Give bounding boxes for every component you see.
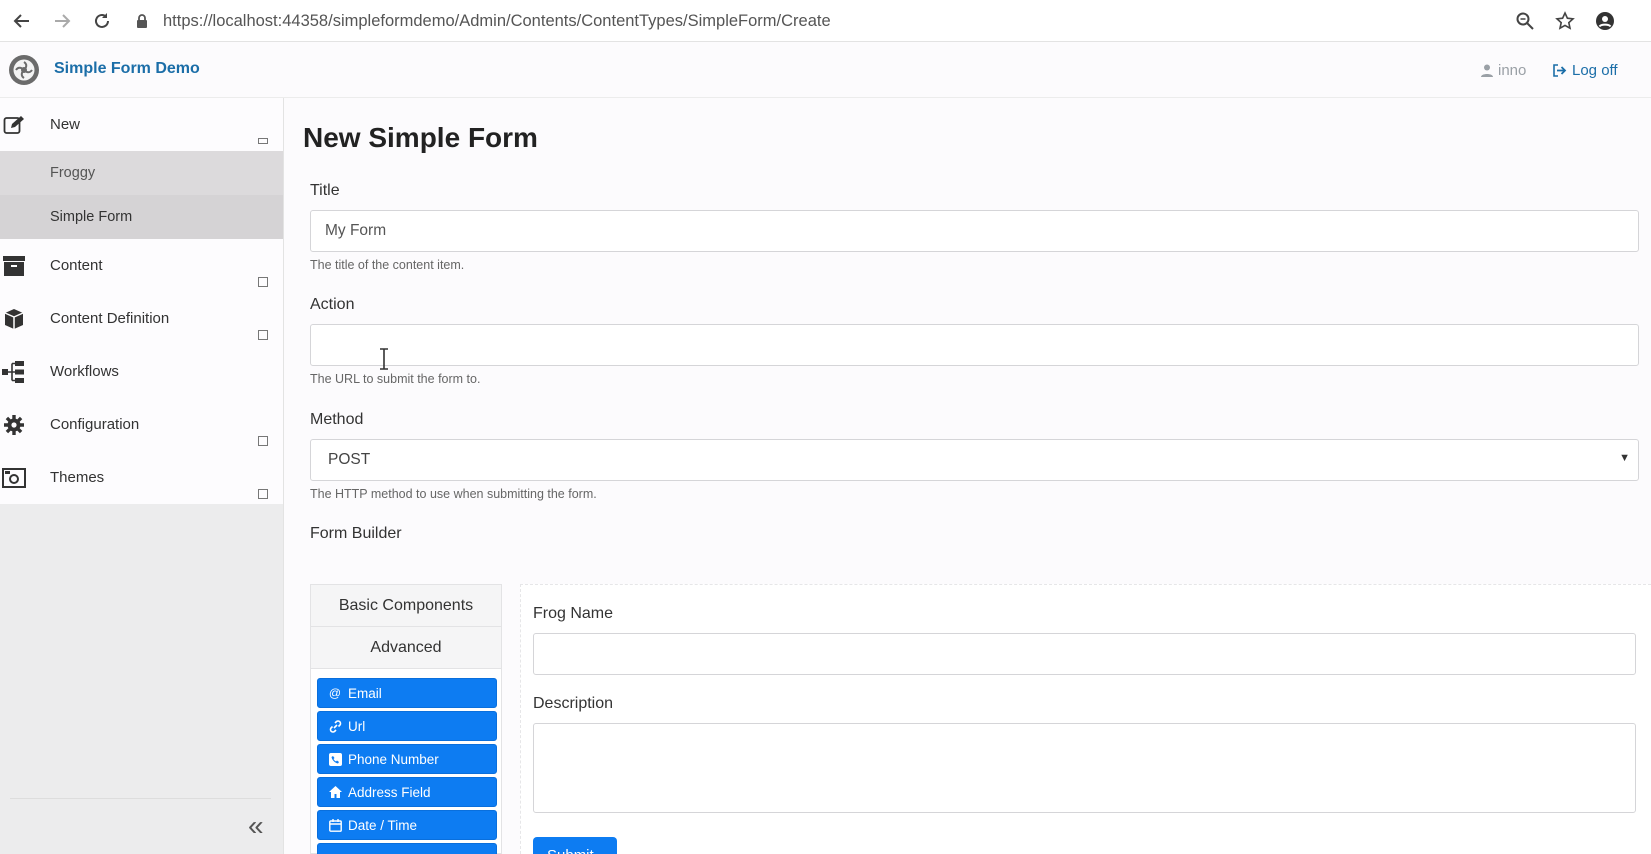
- sidebar-item-new[interactable]: New: [0, 98, 283, 151]
- browser-toolbar: https://localhost:44358/simpleformdemo/A…: [0, 0, 1651, 42]
- back-icon[interactable]: [4, 3, 40, 39]
- reload-icon[interactable]: [84, 3, 120, 39]
- sidebar-item-workflows[interactable]: Workflows: [0, 345, 283, 398]
- page-title: New Simple Form: [303, 122, 538, 153]
- component-partial[interactable]: [317, 843, 497, 854]
- method-value: POST: [328, 451, 371, 468]
- component-email[interactable]: @ Email: [317, 678, 497, 708]
- home-icon: [327, 786, 343, 798]
- sidebar-subitem-froggy[interactable]: Froggy: [0, 151, 283, 195]
- component-url[interactable]: Url: [317, 711, 497, 741]
- calendar-icon: [327, 818, 343, 832]
- component-label: Date / Time: [348, 817, 418, 833]
- link-icon: [327, 719, 343, 733]
- divider: [10, 798, 271, 799]
- sidebar-item-label: Content: [50, 257, 103, 274]
- action-help: The URL to submit the form to.: [310, 372, 481, 386]
- lock-icon: [137, 14, 147, 28]
- text-cursor-icon: [380, 348, 388, 370]
- component-label: Address Field: [348, 784, 431, 800]
- expand-toggle[interactable]: [258, 330, 268, 340]
- app-header: Simple Form Demo inno Log off: [0, 42, 1651, 98]
- tab-advanced[interactable]: Advanced: [311, 627, 501, 669]
- cube-icon: [2, 307, 26, 331]
- logo-icon: [9, 55, 39, 85]
- logoff-link[interactable]: Log off: [1553, 62, 1618, 79]
- component-address-field[interactable]: Address Field: [317, 777, 497, 807]
- submit-button[interactable]: Submit: [533, 837, 617, 854]
- title-input[interactable]: My Form: [310, 210, 1639, 252]
- component-label: Url: [348, 718, 366, 734]
- sidebar-item-themes[interactable]: Themes: [0, 451, 283, 504]
- gear-icon: [2, 413, 26, 437]
- sitemap-icon: [2, 360, 26, 384]
- sidebar-item-content-definition[interactable]: Content Definition: [0, 292, 283, 345]
- frog-name-input[interactable]: [533, 633, 1636, 675]
- edit-icon: [2, 113, 26, 137]
- archive-icon: [2, 254, 26, 278]
- component-label: Email: [348, 685, 382, 701]
- title-label: Title: [310, 182, 340, 199]
- image-icon: [2, 466, 26, 490]
- sidebar-item-content[interactable]: Content: [0, 239, 283, 292]
- method-help: The HTTP method to use when submitting t…: [310, 487, 597, 501]
- logoff-label: Log off: [1572, 62, 1618, 79]
- component-phone-number[interactable]: Phone Number: [317, 744, 497, 774]
- sign-out-icon: [1553, 64, 1567, 77]
- sidebar-item-label: New: [50, 116, 81, 133]
- forward-icon[interactable]: [44, 3, 80, 39]
- collapse-sidebar-button[interactable]: «: [248, 810, 264, 842]
- action-label: Action: [310, 296, 355, 313]
- description-label: Description: [533, 695, 614, 712]
- zoom-icon[interactable]: [1505, 1, 1545, 41]
- caret-down-icon: ▼: [1619, 452, 1630, 464]
- expand-toggle[interactable]: [258, 436, 268, 446]
- expand-toggle[interactable]: [258, 277, 268, 287]
- form-builder-components: Basic Components Advanced @ Email Url Pho…: [310, 584, 502, 854]
- title-help: The title of the content item.: [310, 258, 465, 272]
- frog-name-label: Frog Name: [533, 605, 614, 622]
- star-icon[interactable]: [1545, 1, 1585, 41]
- sidebar-item-label: Configuration: [50, 416, 140, 433]
- sidebar: New Froggy Simple Form Content Content D…: [0, 98, 284, 854]
- sidebar-item-label: Content Definition: [50, 310, 170, 327]
- phone-icon: [327, 752, 343, 766]
- sidebar-subitem-simple-form[interactable]: Simple Form: [0, 195, 283, 239]
- brand-name[interactable]: Simple Form Demo: [54, 60, 200, 78]
- sidebar-item-label: Workflows: [50, 363, 119, 380]
- component-date-time[interactable]: Date / Time: [317, 810, 497, 840]
- sidebar-item-configuration[interactable]: Configuration: [0, 398, 283, 451]
- url-text: https://localhost:44358/simpleformdemo/A…: [163, 11, 831, 30]
- user-name: inno: [1498, 62, 1527, 79]
- collapse-toggle[interactable]: [258, 138, 268, 144]
- action-input[interactable]: [310, 324, 1639, 366]
- user-icon: [1481, 64, 1493, 77]
- sidebar-item-label: Themes: [50, 469, 105, 486]
- component-label: Phone Number: [348, 751, 439, 767]
- method-label: Method: [310, 411, 364, 428]
- at-icon: @: [328, 686, 342, 700]
- account-icon[interactable]: [1585, 1, 1625, 41]
- expand-toggle[interactable]: [258, 489, 268, 499]
- method-select[interactable]: POST ▼: [310, 439, 1639, 481]
- tab-basic-components[interactable]: Basic Components: [311, 585, 501, 627]
- form-builder-canvas: Frog Name Description Submit: [520, 584, 1651, 854]
- user-menu[interactable]: inno: [1481, 62, 1526, 79]
- form-builder-label: Form Builder: [310, 525, 402, 542]
- address-bar[interactable]: https://localhost:44358/simpleformdemo/A…: [134, 6, 1534, 36]
- description-textarea[interactable]: [533, 723, 1636, 813]
